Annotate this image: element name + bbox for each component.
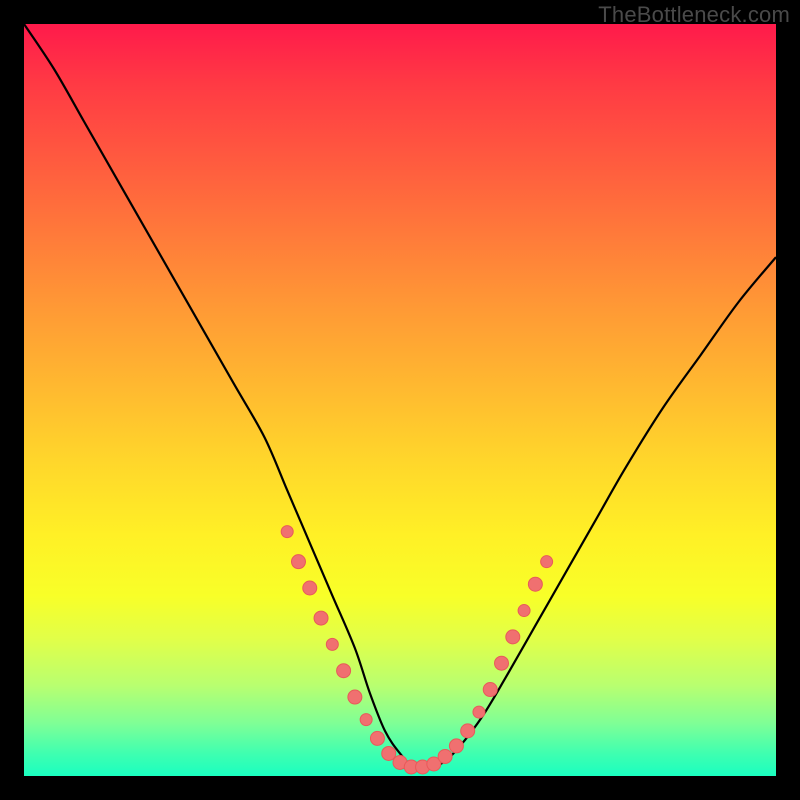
curve-svg — [24, 24, 776, 776]
curve-marker — [506, 630, 520, 644]
curve-marker — [528, 577, 542, 591]
bottleneck-curve — [24, 24, 776, 770]
watermark-text: TheBottleneck.com — [598, 2, 790, 28]
curve-marker — [370, 731, 384, 745]
curve-markers — [281, 526, 552, 774]
curve-marker — [449, 739, 463, 753]
chart-frame: TheBottleneck.com — [0, 0, 800, 800]
curve-marker — [461, 724, 475, 738]
curve-marker — [337, 664, 351, 678]
curve-marker — [518, 605, 530, 617]
curve-marker — [541, 556, 553, 568]
curve-marker — [348, 690, 362, 704]
curve-marker — [303, 581, 317, 595]
curve-marker — [473, 706, 485, 718]
curve-marker — [382, 746, 396, 760]
curve-marker — [360, 714, 372, 726]
curve-marker — [495, 656, 509, 670]
curve-marker — [438, 749, 452, 763]
curve-marker — [483, 683, 497, 697]
plot-area — [24, 24, 776, 776]
curve-marker — [314, 611, 328, 625]
curve-marker — [291, 555, 305, 569]
curve-marker — [281, 526, 293, 538]
curve-marker — [326, 638, 338, 650]
